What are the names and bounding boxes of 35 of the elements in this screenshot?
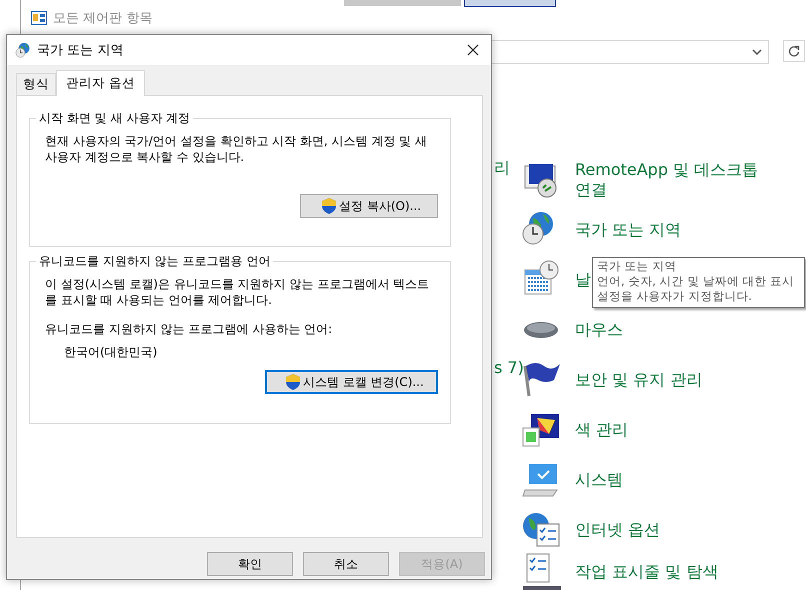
category-link[interactable]: 인터넷 옵션	[575, 520, 660, 540]
dialog-title: 국가 또는 지역	[37, 42, 124, 59]
dialog-button[interactable]: 확인	[207, 552, 293, 576]
description-text: 현재 사용자의 국가/언어 설정을 확인하고 시작 화면, 시스템 계정 및 새 사용자 계정으로 복사할 수 있습니다.	[45, 133, 428, 165]
dialog-button[interactable]: 취소	[303, 552, 389, 576]
tooltip-title: 국가 또는 지역	[597, 259, 678, 274]
category-link[interactable]: 국가 또는 지역	[575, 220, 682, 240]
action-button[interactable]: 설정 복사(O)...	[300, 194, 438, 218]
category-link[interactable]: s 7)	[494, 358, 524, 408]
globe-clock-icon	[15, 42, 31, 58]
control-panel-icon	[31, 11, 47, 25]
chevron-down-icon	[752, 49, 762, 55]
refresh-icon	[788, 45, 800, 57]
tab[interactable]: 형식	[16, 73, 56, 95]
category-link[interactable]: 시스템	[575, 470, 623, 490]
shield-icon	[285, 373, 301, 391]
category-link[interactable]: RemoteApp 및 데스크톱 연결	[575, 160, 758, 200]
category-link[interactable]: 작업 표시줄 및 탐색	[575, 562, 718, 582]
window-title: 모든 제어판 항목	[53, 10, 152, 27]
field-value: 한국어(대한민국)	[64, 344, 158, 361]
tooltip-text: 언어, 숫자, 시간 및 날짜에 대한 표시 설정을 사용자가 지정합니다.	[597, 274, 796, 304]
tab[interactable]: 관리자 옵션	[56, 70, 145, 96]
category-link[interactable]: 색 관리	[575, 420, 628, 440]
category-link[interactable]: 리	[494, 158, 524, 208]
description-text: 이 설정(시스템 로캘)은 유니코드를 지원하지 않는 프로그램에서 텍스트 를 표시할 때 사용되는 언어를 제어합니다.	[45, 276, 430, 308]
group-title: 유니코드를 지원하지 않는 프로그램용 언어	[36, 253, 274, 270]
shield-icon	[321, 197, 337, 215]
field-label: 유니코드를 지원하지 않는 프로그램에 사용하는 언어:	[45, 321, 334, 338]
action-button[interactable]: 시스템 로캘 변경(C)...	[265, 370, 438, 394]
category-link[interactable]: 보안 및 유지 관리	[575, 370, 702, 390]
category-link[interactable]: 마우스	[575, 320, 623, 340]
group-title: 시작 화면 및 새 사용자 계정	[36, 110, 194, 127]
close-icon	[467, 44, 479, 56]
refresh-button[interactable]	[783, 40, 805, 62]
category-link[interactable]: 날	[575, 270, 591, 290]
